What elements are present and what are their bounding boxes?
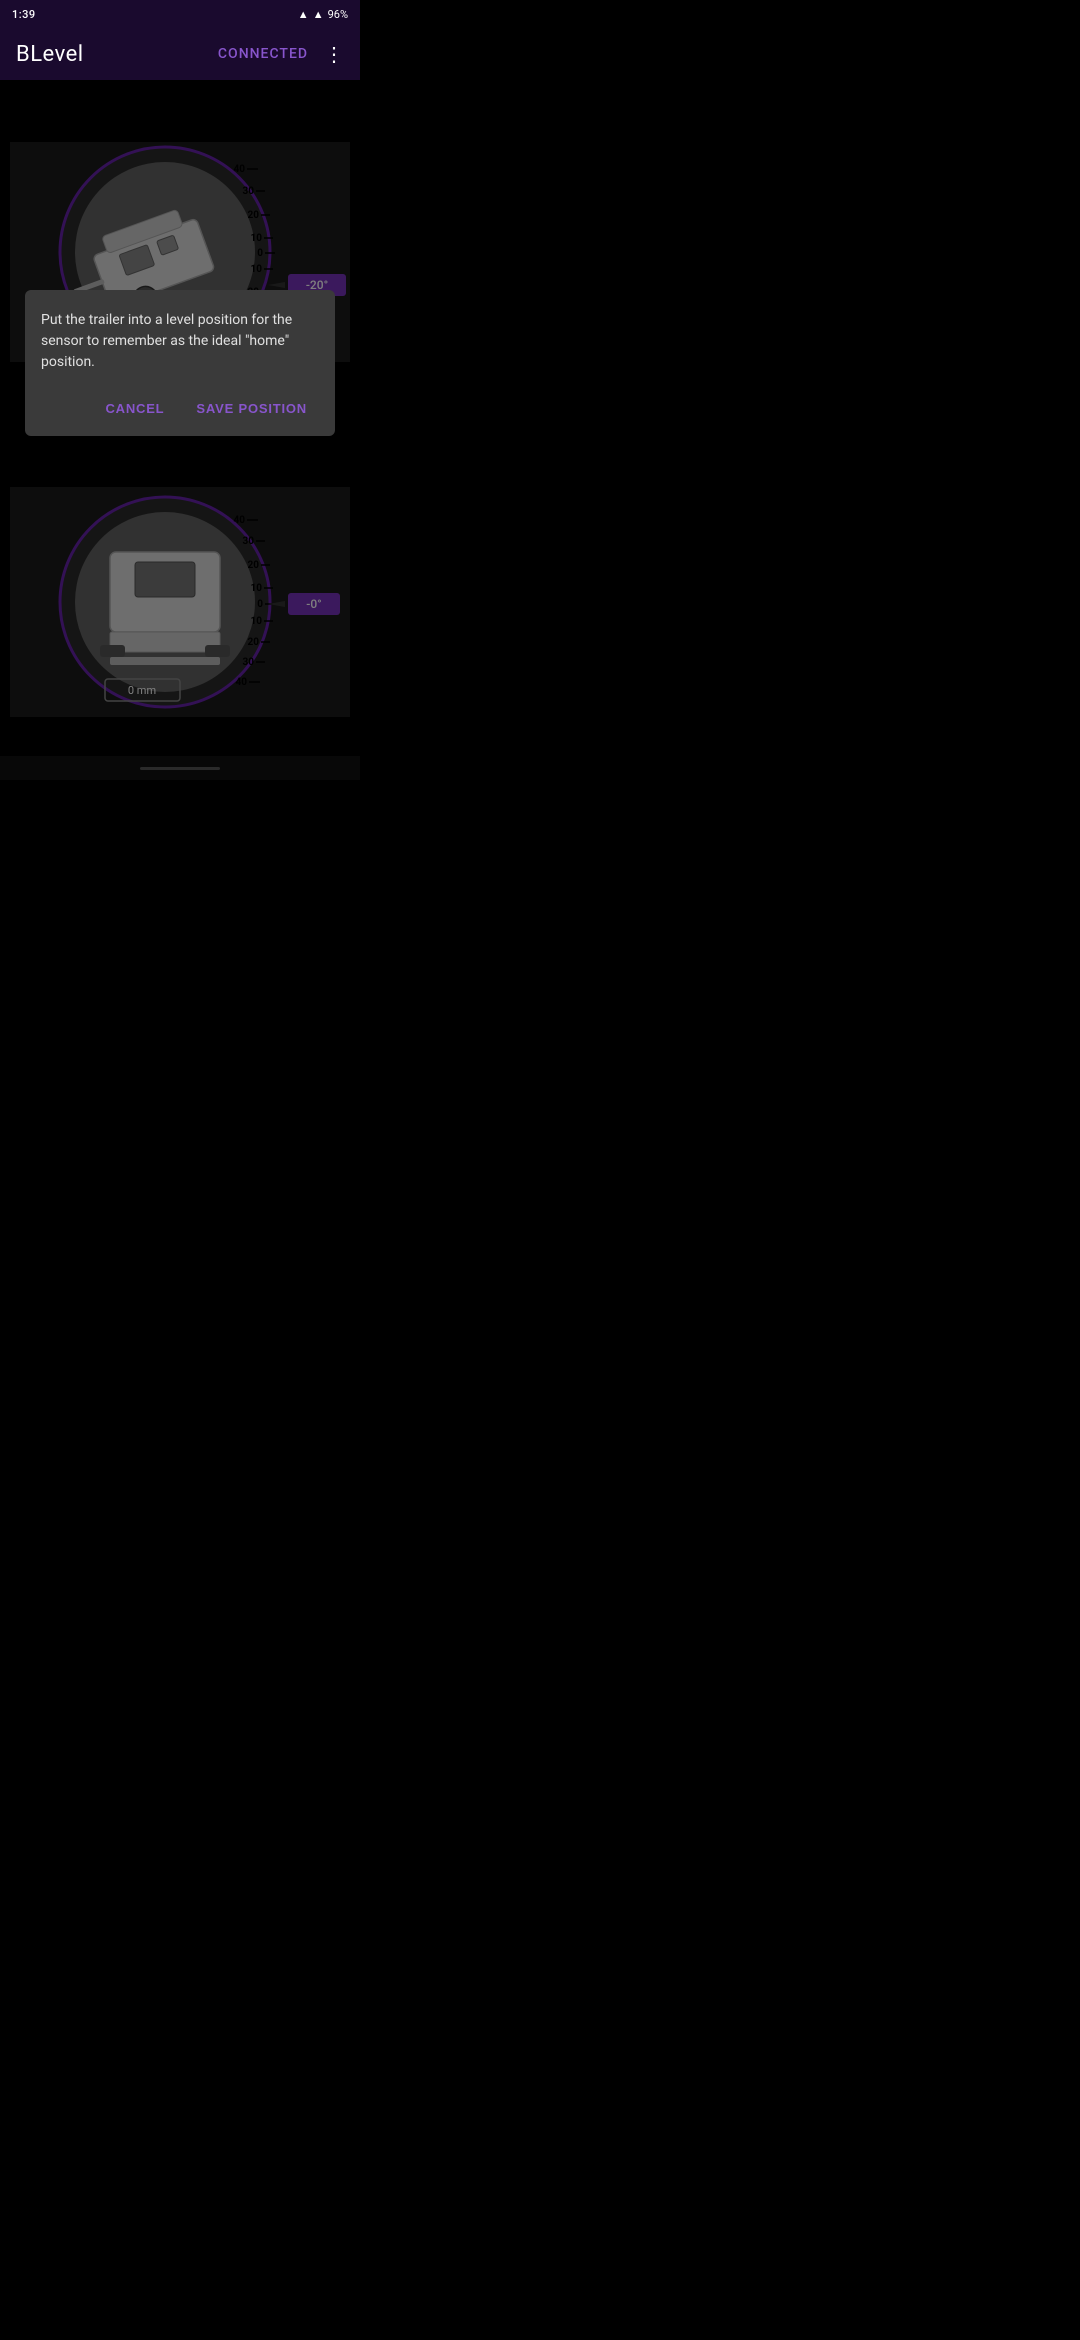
- dialog-overlay: Put the trailer into a level position fo…: [0, 80, 360, 780]
- signal-icon: ▲: [313, 8, 324, 21]
- app-bar-actions: CONNECTED ⋮: [218, 42, 344, 66]
- status-icons: ▲ ▲ 96%: [298, 8, 348, 21]
- status-time: 1:39: [12, 8, 36, 21]
- dialog-message: Put the trailer into a level position fo…: [41, 310, 319, 373]
- save-position-button[interactable]: SAVE POSITION: [184, 393, 319, 424]
- main-content: 40 30 20 10 0 10 20: [0, 80, 360, 780]
- app-bar: BLevel CONNECTED ⋮: [0, 28, 360, 80]
- connection-status: CONNECTED: [218, 46, 308, 62]
- more-menu-icon[interactable]: ⋮: [324, 42, 344, 66]
- cancel-button[interactable]: CANCEL: [93, 393, 176, 424]
- battery-percentage: 96%: [328, 8, 348, 21]
- status-bar: 1:39 ▲ ▲ 96%: [0, 0, 360, 28]
- save-position-dialog: Put the trailer into a level position fo…: [25, 290, 335, 436]
- wifi-icon: ▲: [298, 8, 309, 21]
- dialog-buttons: CANCEL SAVE POSITION: [41, 393, 319, 424]
- app-title: BLevel: [16, 42, 84, 67]
